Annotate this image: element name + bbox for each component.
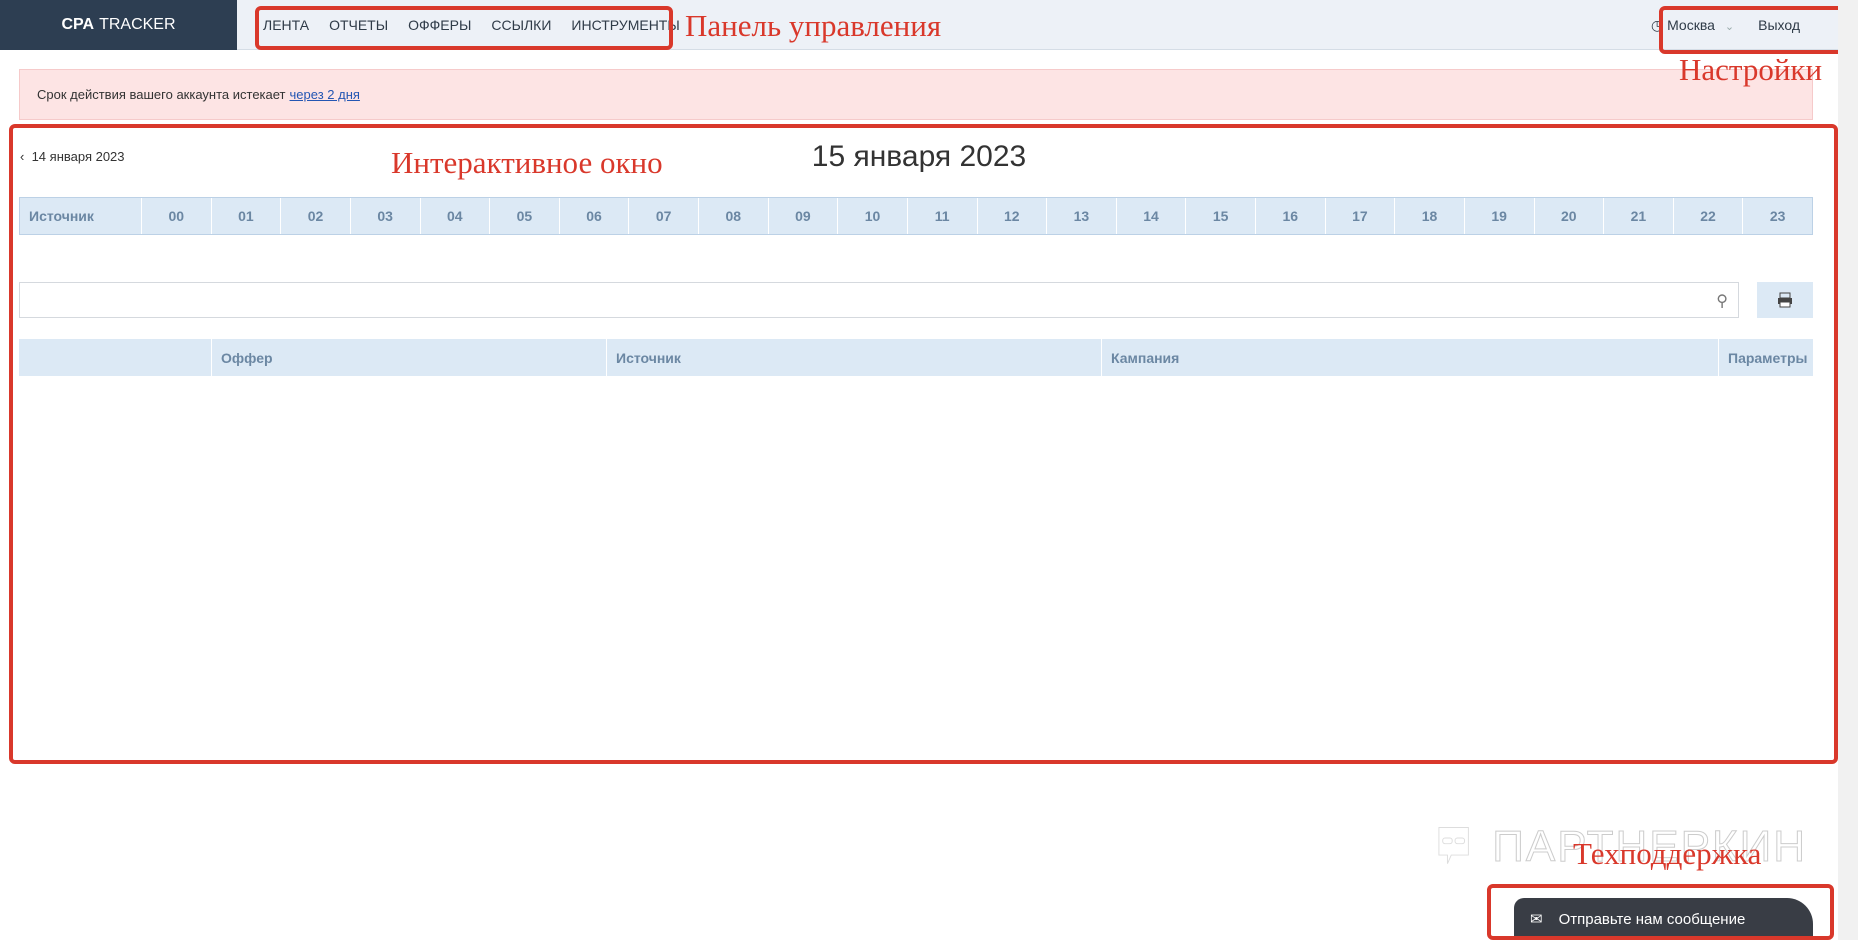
partnerkin-logo-icon: [1438, 826, 1469, 864]
scrollbar[interactable]: [1838, 0, 1858, 940]
annotation-support: Техподдержка: [1573, 836, 1762, 871]
annotation-settings: Настройки: [1679, 52, 1823, 87]
annotation-main: Интерактивное окно: [391, 145, 663, 180]
annotation-box-support: [1487, 884, 1834, 940]
annotation-nav: Панель управления: [685, 8, 942, 43]
annotation-box-nav: [255, 6, 673, 50]
alert-link[interactable]: через 2 дня: [290, 87, 360, 102]
annotation-box-main: [9, 124, 1838, 764]
logo-bold: CPA: [61, 16, 95, 33]
expiry-alert: Срок действия вашего аккаунта истекает че…: [19, 69, 1813, 120]
annotation-box-settings: [1659, 6, 1855, 54]
logo-text: TRACKER: [99, 16, 176, 33]
alert-text: Срок действия вашего аккаунта истекает: [37, 87, 286, 102]
logo[interactable]: CPA TRACKER: [0, 0, 237, 50]
